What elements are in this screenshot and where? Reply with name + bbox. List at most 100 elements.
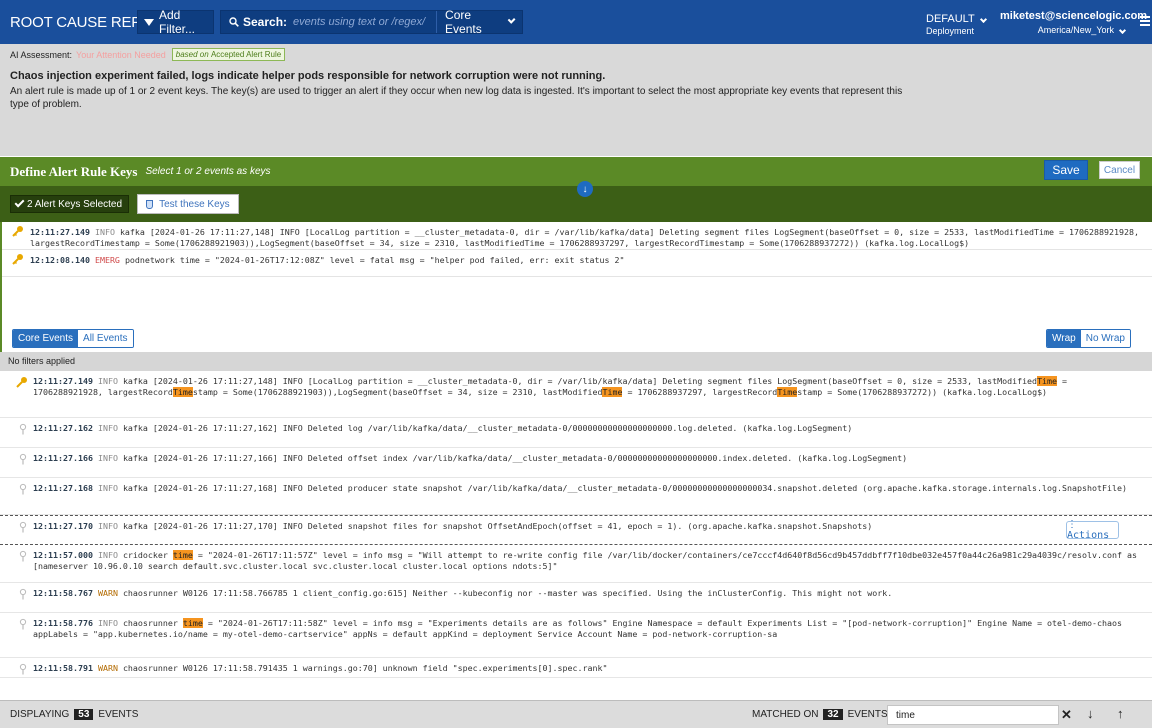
key-outline-icon[interactable] bbox=[16, 550, 28, 565]
key-icon[interactable] bbox=[16, 376, 28, 391]
event-timestamp: 12:11:27.166 bbox=[33, 453, 93, 463]
event-level: INFO bbox=[97, 618, 118, 628]
add-filter-button[interactable]: Add Filter... bbox=[137, 8, 214, 36]
rule-source-name: Accepted Alert Rule bbox=[210, 50, 282, 59]
flask-icon bbox=[146, 199, 154, 209]
key-outline-icon[interactable] bbox=[16, 423, 28, 438]
keys-selected-badge[interactable]: 2 Alert Keys Selected bbox=[10, 195, 130, 213]
event-row[interactable]: 12:11:58.767 WARN chaosrunner W0126 17:1… bbox=[0, 583, 1152, 613]
filter-icon bbox=[144, 18, 154, 26]
event-message: kafka [2024-01-26 17:11:27,166] INFO Del… bbox=[122, 453, 908, 463]
test-keys-button[interactable]: Test these Keys bbox=[137, 194, 239, 214]
event-message: kafka [2024-01-26 17:11:27,168] INFO Del… bbox=[122, 483, 1127, 493]
hamburger-menu-icon[interactable] bbox=[1140, 16, 1150, 28]
event-row[interactable]: 12:11:27.149 INFO kafka [2024-01-26 17:1… bbox=[0, 371, 1152, 418]
search-label: Search: bbox=[221, 15, 287, 29]
chevron-down-icon bbox=[507, 15, 516, 25]
matched-info: MATCHED ON 32 EVENTS bbox=[752, 709, 888, 720]
tab-core-events[interactable]: Core Events bbox=[13, 330, 79, 347]
cancel-button[interactable]: Cancel bbox=[1099, 161, 1140, 179]
key-event-row[interactable]: 12:11:27.149 INFO kafka [2024-01-26 17:1… bbox=[2, 222, 1152, 250]
event-row[interactable]: 12:11:27.162 INFO kafka [2024-01-26 17:1… bbox=[0, 418, 1152, 448]
search-label-text: Search: bbox=[243, 15, 288, 29]
key-icon bbox=[12, 253, 24, 268]
alert-keys-toolbar: 2 Alert Keys Selected Test these Keys bbox=[0, 186, 1152, 222]
section-subtitle: Select 1 or 2 events as keys bbox=[145, 166, 271, 177]
keys-selected-label: 2 Alert Keys Selected bbox=[27, 198, 123, 210]
key-outline-icon[interactable] bbox=[16, 618, 28, 633]
events-tabs-bar: Core Events All Events Wrap No Wrap bbox=[0, 322, 1152, 352]
event-level: INFO bbox=[97, 376, 118, 386]
search-match-highlight: time bbox=[182, 618, 203, 628]
event-scope-toggle: Core Events All Events bbox=[12, 329, 134, 348]
event-level: INFO bbox=[97, 453, 118, 463]
event-message: podnetwork time = "2024-01-26T17:12:08Z"… bbox=[124, 255, 625, 265]
test-keys-label: Test these Keys bbox=[159, 198, 230, 210]
search-match-highlight: Time bbox=[172, 387, 193, 397]
top-bar: ROOT CAUSE REPORT Add Filter... Search: … bbox=[0, 0, 1152, 44]
event-message: chaosrunner W0126 17:11:58.766785 1 clie… bbox=[122, 588, 893, 598]
events-label: EVENTS bbox=[98, 709, 139, 720]
event-message: kafka [2024-01-26 17:11:27,162] INFO Del… bbox=[122, 423, 853, 433]
event-message: kafka [2024-01-26 17:11:27,170] INFO Del… bbox=[122, 521, 873, 531]
displaying-count: 53 bbox=[74, 709, 94, 720]
event-level: INFO bbox=[97, 521, 118, 531]
no-wrap-button[interactable]: No Wrap bbox=[1080, 330, 1130, 347]
event-level: INFO bbox=[97, 423, 118, 433]
ai-assessment-panel: AI Assessment: Your Attention Needed bas… bbox=[0, 44, 1152, 156]
event-row[interactable]: 12:11:58.791 WARN chaosrunner W0126 17:1… bbox=[0, 658, 1152, 678]
previous-match-icon[interactable]: ↑ bbox=[1117, 706, 1124, 721]
actions-button[interactable]: ⋮ Actions bbox=[1066, 519, 1119, 541]
user-menu[interactable]: miketest@sciencelogic.com America/New_Yo… bbox=[1000, 9, 1147, 37]
deployment-selector[interactable]: DEFAULT Deployment bbox=[926, 13, 987, 37]
check-icon bbox=[14, 197, 25, 208]
event-row[interactable]: 12:11:27.170 INFO kafka [2024-01-26 17:1… bbox=[0, 515, 1152, 545]
section-title: Define Alert Rule Keys bbox=[10, 163, 138, 179]
event-level: INFO bbox=[97, 550, 118, 560]
event-message: kafka [2024-01-26 17:11:27,148] INFO [Lo… bbox=[30, 227, 1139, 248]
status-bar: DISPLAYING 53 EVENTS MATCHED ON 32 EVENT… bbox=[0, 700, 1152, 728]
search-match-highlight: time bbox=[172, 550, 193, 560]
save-button[interactable]: Save bbox=[1044, 160, 1088, 180]
event-timestamp: 12:11:27.149 bbox=[33, 376, 93, 386]
scope-label: Core Events bbox=[445, 8, 482, 36]
key-outline-icon[interactable] bbox=[16, 483, 28, 498]
key-icon bbox=[12, 225, 24, 240]
key-outline-icon[interactable] bbox=[16, 453, 28, 468]
event-timestamp: 12:11:58.791 bbox=[33, 663, 93, 673]
key-outline-icon[interactable] bbox=[16, 521, 28, 536]
events-list: 12:11:27.149 INFO kafka [2024-01-26 17:1… bbox=[0, 371, 1152, 700]
event-message: chaosrunner W0126 17:11:58.791435 1 warn… bbox=[122, 663, 608, 673]
filters-status: No filters applied bbox=[0, 352, 1152, 371]
assessment-description: An alert rule is made up of 1 or 2 event… bbox=[10, 86, 903, 110]
event-level: INFO bbox=[97, 483, 118, 493]
event-timestamp: 12:11:57.000 bbox=[33, 550, 93, 560]
clear-icon[interactable]: ✕ bbox=[1061, 707, 1072, 723]
tab-all-events[interactable]: All Events bbox=[78, 330, 133, 347]
search-match-highlight: Time bbox=[1037, 376, 1058, 386]
attention-status: Your Attention Needed bbox=[76, 49, 166, 60]
search-match-highlight: Time bbox=[602, 387, 623, 397]
search-input[interactable] bbox=[293, 16, 437, 28]
key-outline-icon[interactable] bbox=[16, 663, 28, 678]
find-input[interactable]: time bbox=[887, 705, 1059, 725]
event-row[interactable]: 12:11:58.776 INFO chaosrunner time = "20… bbox=[0, 613, 1152, 658]
event-timestamp: 12:11:58.767 bbox=[33, 588, 93, 598]
chevron-down-icon bbox=[979, 15, 987, 24]
selected-keys-list: 12:11:27.149 INFO kafka [2024-01-26 17:1… bbox=[0, 222, 1152, 322]
event-message: chaosrunner time = "2024-01-26T17:11:58Z… bbox=[33, 618, 1122, 639]
key-outline-icon[interactable] bbox=[16, 588, 28, 603]
wrap-button[interactable]: Wrap bbox=[1047, 330, 1081, 347]
event-row[interactable]: 12:11:57.000 INFO cridocker time = "2024… bbox=[0, 545, 1152, 583]
next-match-icon[interactable]: ↓ bbox=[1087, 706, 1094, 721]
event-message: kafka [2024-01-26 17:11:27,148] INFO [Lo… bbox=[33, 376, 1068, 397]
add-filter-label: Add Filter... bbox=[159, 8, 196, 36]
timezone: America/New_York bbox=[1037, 25, 1114, 35]
key-event-row[interactable]: 12:12:08.140 EMERG podnetwork time = "20… bbox=[2, 250, 1152, 277]
page-title: ROOT CAUSE REPORT bbox=[10, 13, 172, 31]
scroll-down-icon[interactable]: ↓ bbox=[577, 181, 593, 197]
event-timestamp: 12:11:27.162 bbox=[33, 423, 93, 433]
event-row[interactable]: 12:11:27.168 INFO kafka [2024-01-26 17:1… bbox=[0, 478, 1152, 515]
scope-dropdown[interactable]: Core Events bbox=[436, 8, 522, 36]
event-row[interactable]: 12:11:27.166 INFO kafka [2024-01-26 17:1… bbox=[0, 448, 1152, 478]
